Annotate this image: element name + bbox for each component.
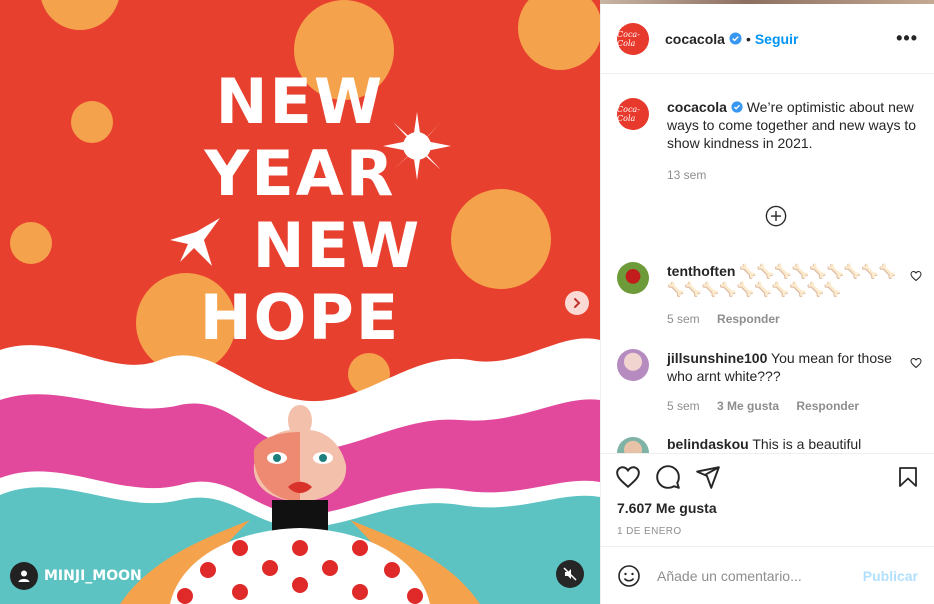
post-side-panel: Coca-Cola cocacola • Seguir ••• Coca-Col…: [600, 4, 934, 604]
speaker-muted-icon: [563, 567, 577, 581]
comment-avatar[interactable]: [617, 262, 649, 294]
reply-button[interactable]: Responder: [717, 312, 780, 326]
comment-avatar[interactable]: [617, 349, 649, 381]
comment-time[interactable]: 5 sem: [667, 312, 700, 326]
add-comment-bar: Añade un comentario... Publicar: [601, 546, 934, 604]
headline-line-2: YEAR: [204, 137, 396, 210]
header-username[interactable]: cocacola: [665, 31, 725, 47]
post-actions: 7.607 Me gusta 1 DE ENERO: [601, 453, 934, 537]
mute-button[interactable]: [556, 560, 584, 588]
next-slide-button[interactable]: [565, 291, 589, 315]
headline-line-1: NEW: [215, 65, 385, 138]
speech-bubble-icon[interactable]: [655, 464, 681, 490]
more-options-button[interactable]: •••: [896, 28, 918, 49]
comment-username[interactable]: tenthoften: [667, 263, 735, 279]
plus-circle-icon[interactable]: [765, 205, 787, 227]
image-credit: MINJI_MOON: [10, 562, 142, 590]
post-image[interactable]: NEW YEAR NEW HOPE MINJI_MOON: [0, 0, 600, 604]
comment-item: tenthoften 🦴🦴🦴🦴🦴🦴🦴🦴🦴🦴🦴🦴🦴🦴🦴🦴🦴🦴🦴 5 sem Res…: [617, 262, 922, 328]
credit-text: MINJI_MOON: [44, 568, 142, 584]
comment-time[interactable]: 5 sem: [667, 399, 700, 413]
heart-icon[interactable]: [615, 464, 641, 490]
post-date[interactable]: 1 DE ENERO: [617, 526, 682, 537]
post-headline: NEW YEAR NEW HOPE: [0, 66, 600, 354]
headline-line-3: NEW: [252, 209, 422, 282]
follow-button[interactable]: Seguir: [755, 31, 799, 47]
verified-badge-icon: [729, 32, 742, 45]
header-separator: •: [745, 30, 751, 47]
heart-icon[interactable]: [910, 270, 922, 282]
comment-text: This is a beautiful: [752, 437, 862, 452]
comment-meta: 5 sem 3 Me gusta Responder: [667, 397, 897, 415]
heart-icon[interactable]: [910, 357, 922, 369]
post-header: Coca-Cola cocacola • Seguir •••: [601, 4, 934, 74]
post-caption: Coca-Cola cocacola We’re optimistic abou…: [617, 98, 918, 184]
chevron-right-icon: [574, 298, 581, 308]
comment-item: belindaskou This is a beautiful: [617, 437, 918, 453]
comment-input[interactable]: Añade un comentario...: [657, 568, 802, 584]
user-tag-icon[interactable]: [10, 562, 38, 590]
publish-button[interactable]: Publicar: [863, 568, 918, 584]
like-count[interactable]: 7.607 Me gusta: [617, 500, 717, 516]
verified-badge-icon: [731, 101, 743, 113]
bookmark-icon[interactable]: [896, 464, 920, 490]
caption-username[interactable]: cocacola: [667, 99, 727, 115]
comment-username[interactable]: jillsunshine100: [667, 350, 767, 366]
comment-username[interactable]: belindaskou: [667, 437, 749, 452]
reply-button[interactable]: Responder: [796, 399, 859, 413]
smiley-icon[interactable]: [617, 564, 641, 588]
instagram-post-view: NEW YEAR NEW HOPE MINJI_MOON Coca-Cola c…: [0, 0, 934, 604]
headline-line-4: HOPE: [199, 281, 401, 354]
comment-likes[interactable]: 3 Me gusta: [717, 399, 779, 413]
paper-plane-icon[interactable]: [695, 464, 721, 490]
comment-avatar[interactable]: [617, 437, 649, 453]
caption-avatar[interactable]: Coca-Cola: [617, 98, 649, 130]
comment-item: jillsunshine100 You mean for those who a…: [617, 349, 922, 415]
caption-time[interactable]: 13 sem: [667, 166, 918, 184]
avatar[interactable]: Coca-Cola: [617, 22, 649, 55]
comment-meta: 5 sem Responder: [667, 310, 897, 328]
